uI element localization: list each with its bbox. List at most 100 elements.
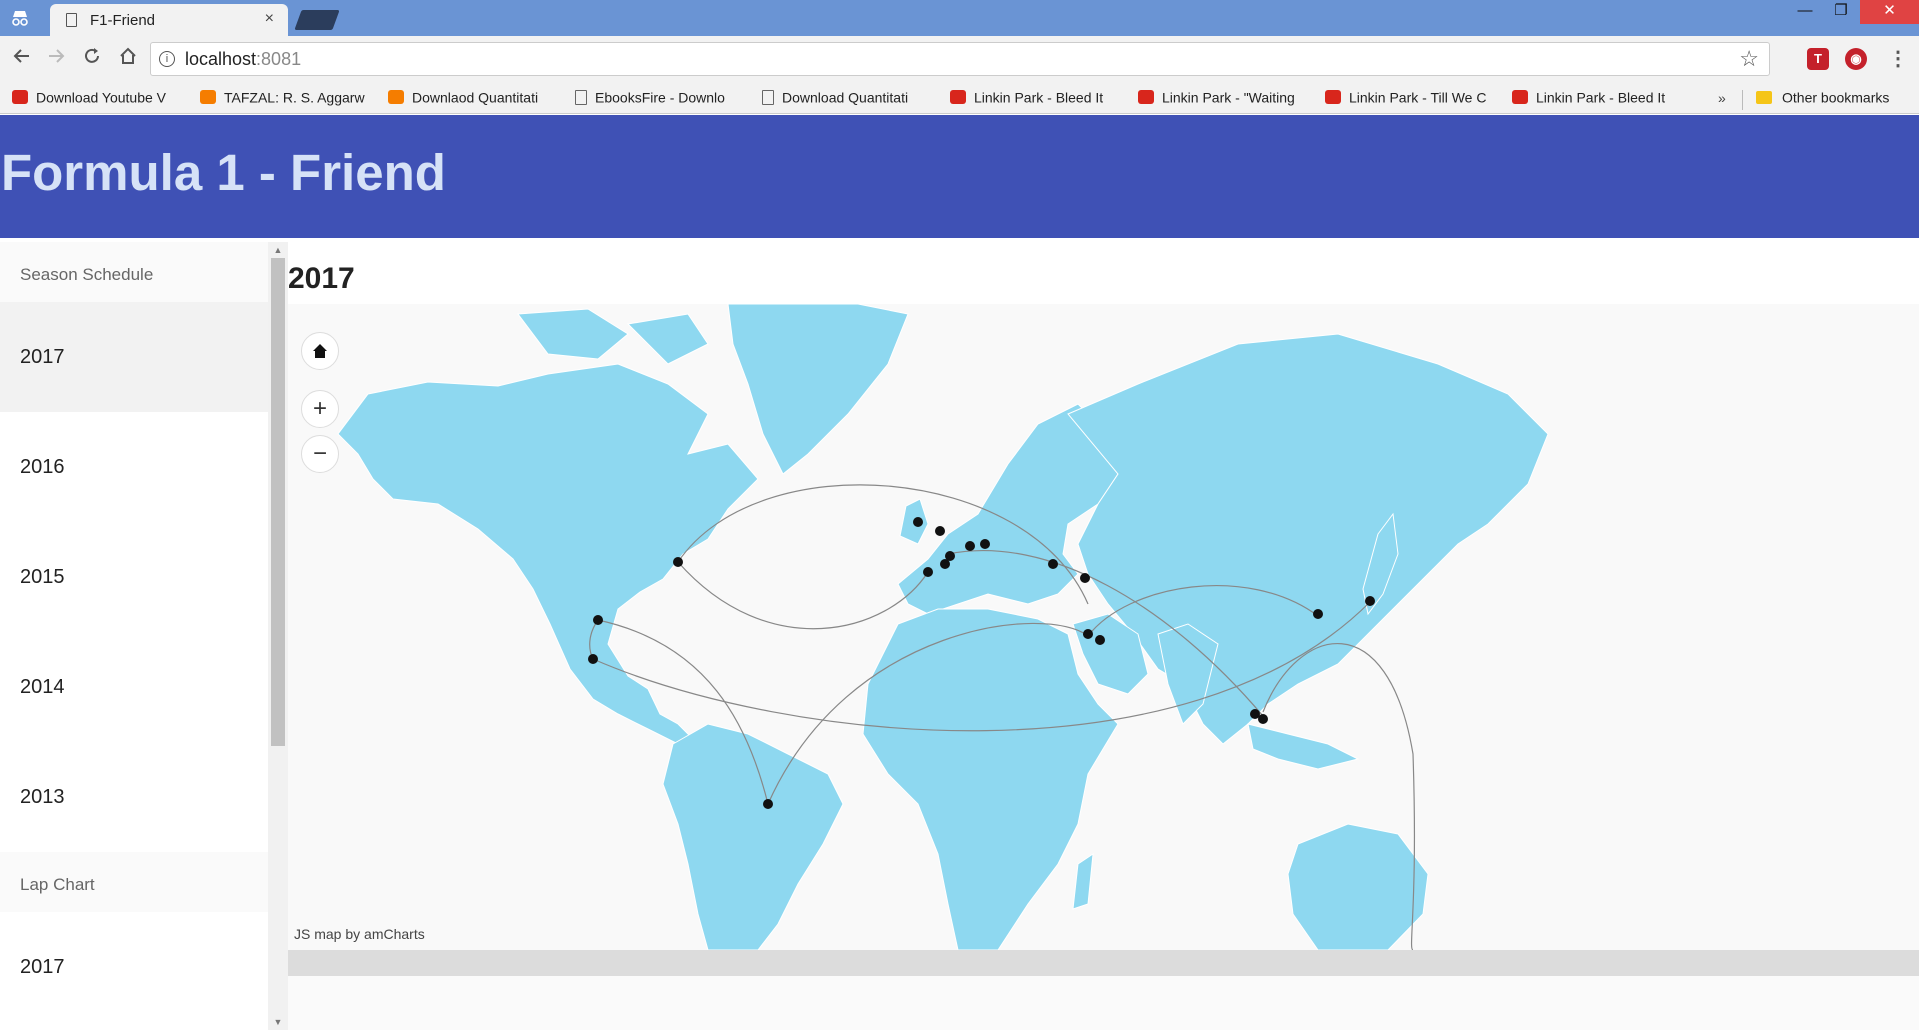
circuit-marker	[965, 541, 975, 551]
page-icon	[762, 89, 774, 105]
forward-arrow-icon[interactable]	[42, 46, 70, 74]
australia-shape	[1287, 823, 1429, 950]
zoom-out-button[interactable]: −	[301, 435, 339, 473]
bookmarks-more-icon[interactable]: »	[1718, 90, 1726, 106]
home-icon	[313, 344, 327, 358]
browser-tab[interactable]: F1-Friend ×	[50, 4, 288, 36]
circuit-marker	[1080, 573, 1090, 583]
circuit-marker	[763, 799, 773, 809]
circuit-marker	[673, 557, 683, 567]
circuit-marker	[980, 539, 990, 549]
map-home-button[interactable]	[301, 332, 339, 370]
circuit-marker	[940, 559, 950, 569]
horizontal-scrollbar[interactable]	[288, 950, 1919, 976]
sidebar-section-header: Season Schedule	[0, 242, 268, 302]
reload-icon[interactable]	[78, 46, 106, 74]
sidebar-scrollbar[interactable]: ▲ ▼	[268, 242, 288, 1030]
circuit-marker	[1365, 596, 1375, 606]
scroll-up-icon[interactable]: ▲	[268, 242, 288, 258]
tab-title: F1-Friend	[90, 12, 156, 29]
bookmark-item[interactable]: Linkin Park - Bleed It	[1512, 88, 1665, 110]
bookmark-label: Linkin Park - "Waiting	[1162, 89, 1295, 106]
map-canvas[interactable]	[288, 304, 1919, 950]
tab-close-icon[interactable]: ×	[265, 10, 274, 28]
youtube-icon	[950, 90, 966, 105]
scroll-down-icon[interactable]: ▼	[268, 1014, 288, 1030]
sidebar-item-2014[interactable]: 2014	[0, 632, 268, 742]
extension-record-icon[interactable]: ◉	[1845, 48, 1867, 70]
bookmark-label: Linkin Park - Bleed It	[974, 89, 1104, 106]
app-title: Formula 1 - Friend	[1, 144, 446, 201]
address-bar[interactable]: i localhost:8081 ☆	[150, 42, 1770, 76]
bookmark-label: Linkin Park - Bleed It	[1536, 89, 1666, 106]
url-text: localhost:8081	[185, 49, 302, 69]
main-content: 2017 + − JS map by amCharts	[288, 242, 1919, 1030]
extension-t-icon[interactable]: T	[1807, 48, 1829, 70]
north-america-shape	[337, 363, 759, 745]
circuit-marker	[588, 654, 598, 664]
page-icon	[66, 13, 77, 27]
world-map[interactable]: + − JS map by amCharts	[288, 304, 1919, 950]
bookmarks-bar: » Other bookmarks Download Youtube V TAFZ…	[0, 84, 1919, 114]
browser-toolbar: i localhost:8081 ☆ T ◉ ⋮	[0, 36, 1919, 84]
land-masses	[337, 304, 1549, 950]
bookmark-item[interactable]: Download Youtube V	[12, 88, 166, 110]
info-icon[interactable]: i	[159, 51, 175, 67]
browser-menu-icon[interactable]: ⋮	[1888, 46, 1908, 71]
bookmark-label: EbooksFire - Downlo	[595, 89, 725, 106]
blogger-icon	[200, 90, 216, 105]
bookmark-label: TAFZAL: R. S. Aggarw	[224, 89, 365, 106]
browser-profile-icon[interactable]	[10, 8, 30, 28]
south-america-shape	[662, 723, 844, 950]
bookmark-item[interactable]: Download Quantitati	[762, 88, 908, 110]
circuit-marker	[935, 526, 945, 536]
madagascar-shape	[1072, 852, 1094, 910]
circuit-marker	[923, 567, 933, 577]
home-icon[interactable]	[114, 46, 142, 74]
bookmark-label: Download Quantitati	[782, 89, 909, 106]
zoom-in-button[interactable]: +	[301, 390, 339, 428]
sidebar-item-2017[interactable]: 2017	[0, 912, 268, 1022]
content-footer	[288, 976, 1919, 1030]
bookmark-item[interactable]: Linkin Park - Bleed It	[950, 88, 1103, 110]
bookmark-item[interactable]: Linkin Park - Till We C	[1325, 88, 1486, 110]
bookmark-item[interactable]: Linkin Park - "Waiting	[1138, 88, 1295, 110]
arctic-islands-shape	[517, 308, 709, 365]
season-title: 2017	[288, 262, 355, 295]
maximize-button[interactable]: ❐	[1818, 0, 1864, 24]
youtube-icon	[1512, 90, 1528, 105]
sidebar-section-header: Lap Chart	[0, 852, 268, 912]
bookmark-item[interactable]: TAFZAL: R. S. Aggarw	[200, 88, 365, 110]
map-credit-link[interactable]: JS map by amCharts	[294, 926, 425, 942]
close-window-button[interactable]: ✕	[1860, 0, 1919, 24]
other-bookmarks-folder[interactable]: Other bookmarks	[1756, 88, 1889, 110]
folder-icon	[1756, 90, 1772, 104]
youtube-icon	[1325, 90, 1341, 105]
bookmark-item[interactable]: EbooksFire - Downlo	[575, 88, 725, 110]
route-arc	[677, 561, 929, 630]
bookmark-star-icon[interactable]: ☆	[1739, 46, 1759, 72]
youtube-icon	[1138, 90, 1154, 105]
back-arrow-icon[interactable]	[8, 46, 36, 74]
greenland-shape	[727, 304, 909, 475]
sidebar-item-2016[interactable]: 2016	[0, 412, 268, 522]
circuit-marker	[1048, 559, 1058, 569]
browser-title-bar: F1-Friend × — ❐ ✕	[0, 0, 1919, 36]
sidebar-item-2015[interactable]: 2015	[0, 522, 268, 632]
new-tab-button[interactable]	[294, 10, 340, 30]
sidebar-item-2013[interactable]: 2013	[0, 742, 268, 852]
scroll-thumb[interactable]	[271, 258, 285, 746]
sidebar: Season Schedule 2017 2016 2015 2014 2013 Lap C…	[0, 242, 288, 1030]
page-icon	[575, 89, 587, 105]
indonesia-shape	[1247, 723, 1360, 770]
youtube-icon	[12, 90, 28, 105]
circuit-marker	[1313, 609, 1323, 619]
sidebar-item-2017[interactable]: 2017	[0, 302, 268, 412]
bookmark-label: Linkin Park - Till We C	[1349, 89, 1487, 106]
bookmark-item[interactable]: Downlaod Quantitati	[388, 88, 538, 110]
bookmarks-divider	[1742, 90, 1743, 110]
circuit-marker	[593, 615, 603, 625]
circuit-marker	[1095, 635, 1105, 645]
bookmark-label: Download Youtube V	[36, 89, 166, 106]
bookmark-label: Downlaod Quantitati	[412, 89, 539, 106]
